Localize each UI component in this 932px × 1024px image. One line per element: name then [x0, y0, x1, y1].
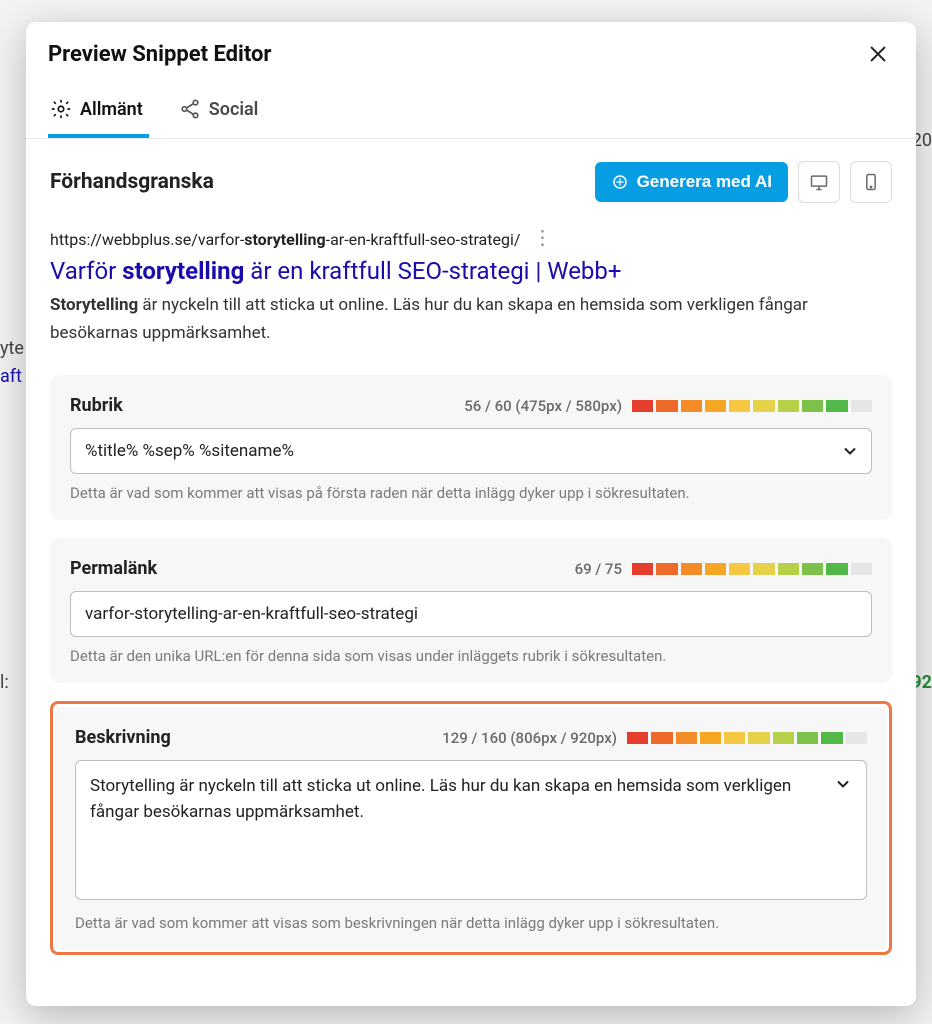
serp-preview: https://webbplus.se/varfor-storytelling-… — [50, 227, 892, 347]
chevron-down-icon[interactable] — [833, 774, 853, 794]
generate-ai-button[interactable]: Generera med AI — [595, 162, 788, 202]
permalink-head: Permalänk 69 / 75 — [70, 558, 872, 579]
rubrik-meta: 56 / 60 (475px / 580px) — [464, 397, 872, 415]
beskrivning-help: Detta är vad som kommer att visas som be… — [75, 914, 867, 932]
topbar-actions: Generera med AI — [595, 161, 892, 203]
chevron-down-icon[interactable] — [840, 441, 860, 461]
snippet-editor-modal: Preview Snippet Editor Allmänt Social — [26, 22, 916, 1006]
desktop-icon — [809, 172, 829, 192]
beskrivning-label: Beskrivning — [75, 727, 171, 748]
preview-title: Varför storytelling är en kraftfull SEO-… — [50, 257, 892, 285]
close-icon — [867, 43, 889, 65]
desktop-view-button[interactable] — [798, 161, 840, 203]
rubrik-input[interactable] — [70, 428, 872, 474]
rubrik-label: Rubrik — [70, 395, 123, 416]
modal-title: Preview Snippet Editor — [48, 42, 272, 67]
preview-url: https://webbplus.se/varfor-storytelling-… — [50, 227, 892, 251]
section-permalink: Permalänk 69 / 75 Detta är den unika URL… — [50, 538, 892, 683]
tab-general[interactable]: Allmänt — [48, 84, 149, 138]
permalink-count: 69 / 75 — [575, 560, 622, 578]
tab-general-label: Allmänt — [80, 99, 143, 120]
ai-button-label: Generera med AI — [637, 172, 772, 192]
mobile-icon — [861, 172, 881, 192]
permalink-gradient-bar — [632, 563, 872, 575]
modal-header: Preview Snippet Editor — [26, 22, 916, 84]
permalink-help: Detta är den unika URL:en för denna sida… — [70, 647, 872, 665]
permalink-input-wrap — [70, 591, 872, 637]
section-beskrivning: Beskrivning 129 / 160 (806px / 920px) De… — [55, 707, 887, 950]
beskrivning-count: 129 / 160 (806px / 920px) — [442, 729, 617, 747]
rubrik-head: Rubrik 56 / 60 (475px / 580px) — [70, 395, 872, 416]
preview-description: Storytelling är nyckeln till att sticka … — [50, 291, 892, 347]
beskrivning-input-wrap — [75, 760, 867, 904]
rubrik-help: Detta är vad som kommer att visas på för… — [70, 484, 872, 502]
mobile-view-button[interactable] — [850, 161, 892, 203]
content-topbar: Förhandsgranska Generera med AI — [50, 161, 892, 203]
beskrivning-meta: 129 / 160 (806px / 920px) — [442, 729, 867, 747]
beskrivning-head: Beskrivning 129 / 160 (806px / 920px) — [75, 727, 867, 748]
close-button[interactable] — [862, 38, 894, 70]
sparkle-icon — [611, 173, 629, 191]
rubrik-gradient-bar — [632, 400, 872, 412]
more-dots-icon[interactable]: ⋮ — [532, 227, 552, 251]
highlight-beskrivning: Beskrivning 129 / 160 (806px / 920px) De… — [50, 701, 892, 955]
preview-url-text: https://webbplus.se/varfor-storytelling-… — [50, 230, 520, 249]
rubrik-input-wrap — [70, 428, 872, 474]
share-icon — [179, 98, 201, 120]
gear-icon — [50, 98, 72, 120]
beskrivning-textarea[interactable] — [75, 760, 867, 900]
section-rubrik: Rubrik 56 / 60 (475px / 580px) Detta är … — [50, 375, 892, 520]
preview-heading: Förhandsgranska — [50, 170, 214, 194]
rubrik-count: 56 / 60 (475px / 580px) — [464, 397, 622, 415]
permalink-meta: 69 / 75 — [575, 560, 872, 578]
permalink-input[interactable] — [70, 591, 872, 637]
tab-social-label: Social — [209, 99, 259, 120]
tab-bar: Allmänt Social — [26, 84, 916, 139]
permalink-label: Permalänk — [70, 558, 157, 579]
modal-content: Förhandsgranska Generera med AI — [26, 139, 916, 1006]
tab-social[interactable]: Social — [177, 84, 265, 138]
beskrivning-gradient-bar — [627, 732, 867, 744]
